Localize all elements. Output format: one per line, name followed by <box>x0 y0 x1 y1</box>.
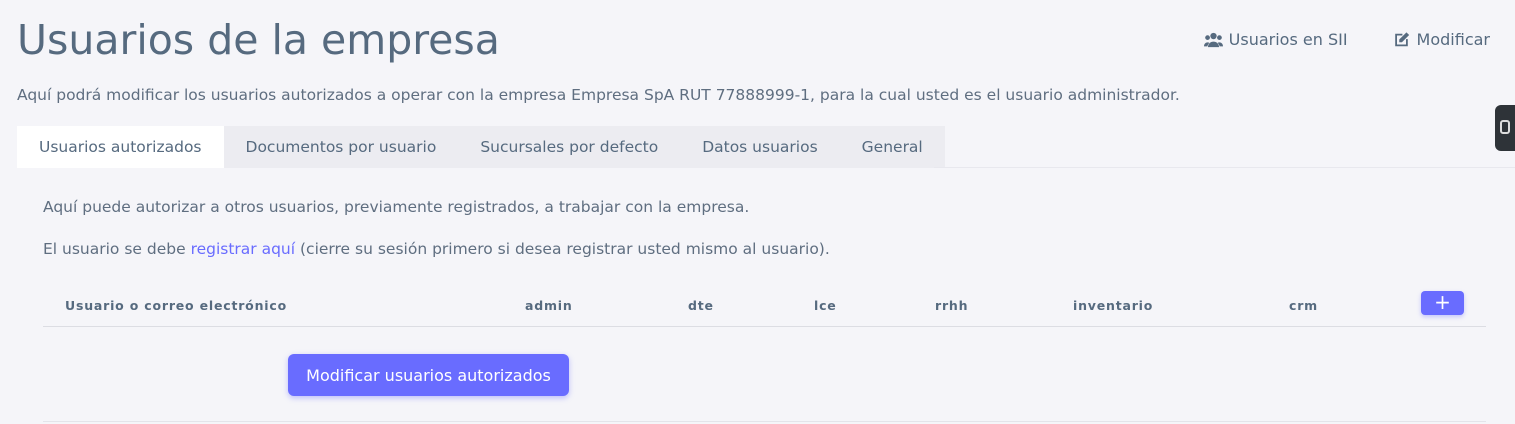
users-table-header: Usuario o correo electrónico admin dte l… <box>43 290 1486 327</box>
register-text-before: El usuario se debe <box>43 240 191 258</box>
users-icon <box>1203 32 1223 47</box>
tab-authorized-users[interactable]: Usuarios autorizados <box>17 126 224 168</box>
tabs-divider <box>934 167 1515 168</box>
register-text-after: (cierre su sesión primero si desea regis… <box>295 240 830 258</box>
column-admin: admin <box>525 298 573 313</box>
column-crm: crm <box>1289 298 1318 313</box>
top-actions: Usuarios en SII Modificar <box>1203 30 1490 49</box>
submit-authorized-users-button[interactable]: Modificar usuarios autorizados <box>288 354 569 396</box>
column-lce: lce <box>814 298 837 313</box>
register-link[interactable]: registrar aquí <box>191 240 296 258</box>
tab-user-data[interactable]: Datos usuarios <box>680 126 840 168</box>
tab-documents-per-user[interactable]: Documentos por usuario <box>223 126 459 168</box>
sii-users-label: Usuarios en SII <box>1228 30 1348 49</box>
panel-bottom-border <box>43 421 1486 422</box>
intro-text: Aquí podrá modificar los usuarios autori… <box>17 86 1180 104</box>
tab-bar: Usuarios autorizados Documentos por usua… <box>17 126 945 168</box>
edit-button[interactable]: Modificar <box>1392 30 1490 49</box>
edit-label: Modificar <box>1416 30 1490 49</box>
column-rrhh: rrhh <box>935 298 969 313</box>
column-user: Usuario o correo electrónico <box>65 298 287 313</box>
column-inventario: inventario <box>1073 298 1154 313</box>
tab-default-branches[interactable]: Sucursales por defecto <box>458 126 681 168</box>
settings-widget-button[interactable] <box>1495 105 1515 151</box>
tab-general[interactable]: General <box>839 126 945 168</box>
widget-icon <box>1500 120 1510 134</box>
panel-description: Aquí puede autorizar a otros usuarios, p… <box>43 198 750 216</box>
column-dte: dte <box>688 298 714 313</box>
sii-users-button[interactable]: Usuarios en SII <box>1203 30 1348 49</box>
register-instructions: El usuario se debe registrar aquí (cierr… <box>43 240 830 258</box>
edit-icon <box>1394 31 1409 46</box>
page-title: Usuarios de la empresa <box>17 16 500 64</box>
add-user-button[interactable]: + <box>1421 291 1464 315</box>
